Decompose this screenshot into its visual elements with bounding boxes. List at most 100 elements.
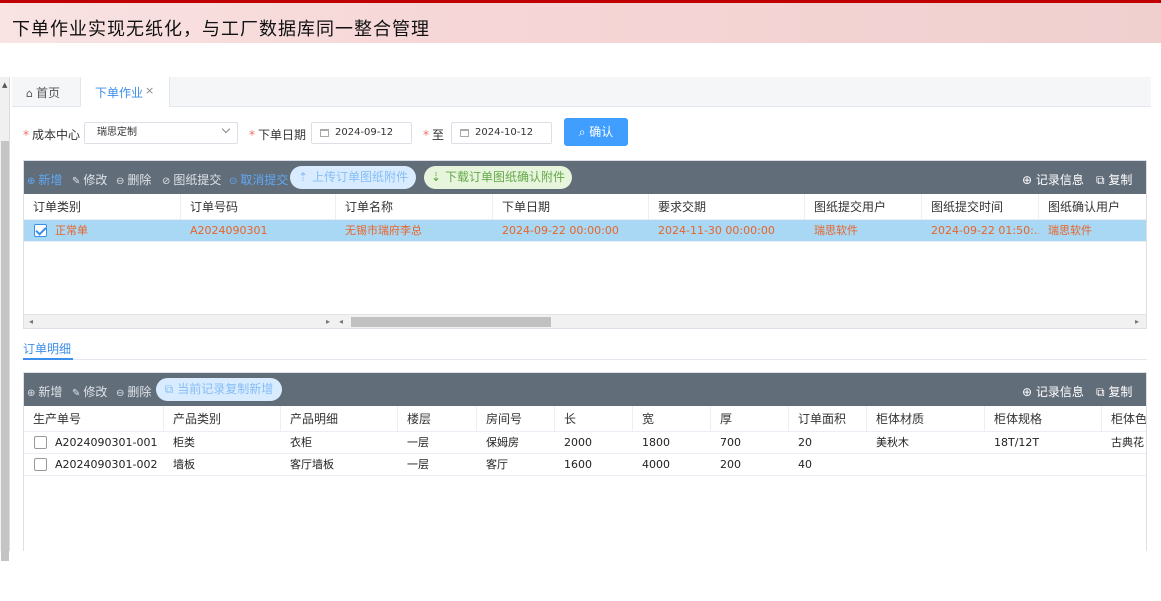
col-header[interactable]: 图纸确认用户 — [1039, 194, 1146, 220]
table-row[interactable]: 正常单 A2024090301 无锡市瑞府李总 2024-09-22 00:00… — [24, 220, 1146, 242]
cell-floor: 一层 — [407, 436, 429, 449]
calendar-icon — [320, 129, 329, 137]
cell-spec: 18T/12T — [994, 436, 1040, 449]
confirm-button[interactable]: ⌕ 确认 — [564, 118, 628, 146]
orders-toolbar: ⊕ 新增 ✎ 修改 ⊖ 删除 ⊘ 图纸提交 ⊙ 取消提交 ⇡ 上传订单图纸附件 ⇣ 下载订… — [24, 161, 1146, 194]
cost-center-select[interactable]: 瑞思定制 — [84, 122, 238, 144]
col-header[interactable]: 楼层 — [398, 406, 477, 432]
col-header[interactable]: 要求交期 — [649, 194, 805, 220]
cell-due-date: 2024-11-30 00:00:00 — [658, 224, 775, 237]
scroll-right-arrow-icon[interactable]: ▸ — [1135, 315, 1139, 328]
scroll-up-arrow-icon[interactable]: ▲ — [2, 81, 7, 89]
col-header[interactable]: 宽 — [633, 406, 711, 432]
edit-icon: ✎ — [72, 176, 81, 187]
zoom-icon: ⊕ — [1022, 385, 1033, 399]
plus-circle-icon: ⊕ — [27, 388, 36, 399]
search-icon: ⌕ — [578, 125, 586, 139]
cell-order-name: 无锡市瑞府李总 — [345, 224, 422, 237]
cancel-submit-button[interactable]: ⊙ 取消提交 — [229, 171, 288, 188]
tab-order-detail[interactable]: 订单明细 — [23, 340, 74, 360]
orders-panel: ⊕ 新增 ✎ 修改 ⊖ 删除 ⊘ 图纸提交 ⊙ 取消提交 ⇡ 上传订单图纸附件 ⇣ 下载订… — [23, 160, 1147, 329]
plus-circle-icon: ⊕ — [27, 176, 36, 187]
col-header[interactable]: 订单名称 — [336, 194, 493, 220]
edit-order-button[interactable]: ✎ 修改 — [72, 171, 107, 188]
minus-circle-icon: ⊖ — [116, 176, 125, 187]
cell-prod-no: A2024090301-001 — [55, 436, 158, 449]
record-info-button[interactable]: ⊕ 记录信息 — [1022, 383, 1084, 400]
col-header[interactable]: 长 — [555, 406, 633, 432]
confirm-label: 确认 — [589, 125, 614, 139]
cell-room: 保姆房 — [486, 436, 519, 449]
add-order-button[interactable]: ⊕ 新增 — [27, 171, 62, 188]
cell-area: 40 — [798, 458, 812, 471]
scroll-left-arrow-icon[interactable]: ◂ — [339, 315, 343, 328]
col-header[interactable]: 柜体材质 — [867, 406, 985, 432]
tab-home-label: 首页 — [35, 86, 60, 100]
col-header[interactable]: 产品类别 — [164, 406, 281, 432]
tab-order-entry[interactable]: 下单作业 × — [80, 77, 170, 107]
order-date-label: * 下单日期 — [249, 128, 307, 142]
col-header[interactable]: 订单类别 — [24, 194, 181, 220]
col-header[interactable]: 柜体规格 — [985, 406, 1102, 432]
tab-home[interactable]: ⌂ 首页 — [26, 77, 60, 107]
page-scrollbar[interactable]: ▲ — [0, 77, 10, 561]
cell-submit-user: 瑞思软件 — [814, 224, 858, 237]
cell-order-type: 正常单 — [55, 224, 88, 237]
detail-tab-strip: 订单明细 — [23, 340, 1147, 360]
col-header[interactable]: 下单日期 — [493, 194, 649, 220]
date-to-value: 2024-10-12 — [475, 127, 534, 138]
scroll-left-arrow-icon[interactable]: ◂ — [29, 315, 33, 328]
col-header[interactable]: 房间号 — [477, 406, 555, 432]
col-header[interactable]: 订单号码 — [181, 194, 336, 220]
scrollbar-thumb[interactable] — [351, 317, 551, 327]
copy-new-button[interactable]: ⧉ 当前记录复制新增 — [156, 378, 282, 401]
upload-drawing-button[interactable]: ⇡ 上传订单图纸附件 — [290, 166, 416, 189]
cell-thick: 700 — [720, 436, 741, 449]
submit-drawing-button[interactable]: ⊘ 图纸提交 — [162, 171, 221, 188]
date-from-value: 2024-09-12 — [335, 127, 394, 138]
cell-submit-time: 2024-09-22 01:50:... — [931, 224, 1039, 237]
detail-table-header: 生产单号 产品类别 产品明细 楼层 房间号 长 宽 厚 订单面积 柜体材质 柜体… — [24, 406, 1146, 432]
cell-confirm-user: 瑞思软件 — [1048, 224, 1092, 237]
col-header[interactable]: 图纸提交用户 — [805, 194, 922, 220]
col-header[interactable]: 产品明细 — [281, 406, 398, 432]
date-to-input[interactable]: 2024-10-12 — [451, 122, 552, 144]
check-circle-icon: ⊘ — [162, 176, 171, 187]
col-header[interactable]: 柜体色 — [1102, 406, 1146, 432]
scrollbar-thumb[interactable] — [1, 141, 9, 561]
banner-title: 下单作业实现无纸化，与工厂数据库同一整合管理 — [12, 19, 430, 40]
table-row[interactable]: A2024090301-002 墙板 客厅墙板 一层 客厅 1600 4000 … — [24, 454, 1146, 476]
edit-detail-button[interactable]: ✎ 修改 — [72, 383, 107, 400]
cell-detail: 客厅墙板 — [290, 458, 334, 471]
col-header[interactable]: 生产单号 — [24, 406, 164, 432]
download-drawing-button[interactable]: ⇣ 下载订单图纸确认附件 — [424, 166, 572, 189]
add-detail-button[interactable]: ⊕ 新增 — [27, 383, 62, 400]
cell-prod-no: A2024090301-002 — [55, 458, 158, 471]
tab-order-entry-label: 下单作业 — [95, 86, 144, 100]
scroll-right-arrow-icon[interactable]: ▸ — [326, 315, 330, 328]
copy-button[interactable]: ⧉ 复制 — [1096, 171, 1132, 188]
zoom-icon: ⊕ — [1022, 173, 1033, 187]
col-header[interactable]: 订单面积 — [789, 406, 867, 432]
delete-order-button[interactable]: ⊖ 删除 — [116, 171, 151, 188]
edit-icon: ✎ — [72, 388, 81, 399]
cell-length: 2000 — [564, 436, 592, 449]
close-icon[interactable]: × — [145, 75, 154, 107]
detail-panel: ⊕ 新增 ✎ 修改 ⊖ 删除 ⧉ 当前记录复制新增 ⊕ 记录信息 ⧉ 复制 生产单号 … — [23, 372, 1147, 551]
copy-button[interactable]: ⧉ 复制 — [1096, 383, 1132, 400]
to-label: * 至 — [423, 128, 445, 142]
minus-circle-icon: ⊖ — [116, 388, 125, 399]
date-from-input[interactable]: 2024-09-12 — [311, 122, 412, 144]
record-info-button[interactable]: ⊕ 记录信息 — [1022, 171, 1084, 188]
copy-icon: ⧉ — [164, 382, 174, 396]
cell-area: 20 — [798, 436, 812, 449]
orders-horizontal-scrollbar[interactable]: ◂ ▸ ◂ ▸ — [24, 314, 1146, 328]
col-header[interactable]: 厚 — [711, 406, 789, 432]
chevron-down-icon — [221, 124, 231, 134]
delete-detail-button[interactable]: ⊖ 删除 — [116, 383, 151, 400]
table-row[interactable]: A2024090301-001 柜类 衣柜 一层 保姆房 2000 1800 7… — [24, 432, 1146, 454]
col-header[interactable]: 图纸提交时间 — [922, 194, 1039, 220]
cell-width: 1800 — [642, 436, 670, 449]
cell-category: 柜类 — [173, 436, 195, 449]
top-banner: 下单作业实现无纸化，与工厂数据库同一整合管理 — [0, 0, 1161, 43]
